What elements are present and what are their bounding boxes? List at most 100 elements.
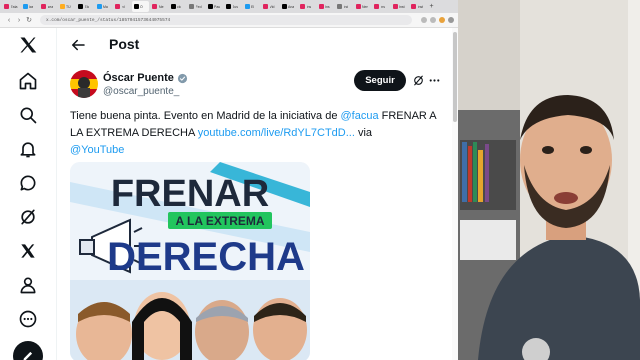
browser-tab[interactable]: Inst <box>391 1 409 12</box>
presenter-video <box>458 0 640 360</box>
mention-facua-link[interactable]: @facua <box>341 110 379 122</box>
post-text-via: via <box>354 127 373 139</box>
home-icon[interactable] <box>16 69 40 93</box>
tab-label: Vid <box>269 4 275 9</box>
address-bar[interactable]: x.com/oscar_puente_/status/1857041573644… <box>40 15 412 25</box>
mention-youtube-link[interactable]: @YouTube <box>70 144 124 156</box>
tab-favicon-icon <box>411 4 416 9</box>
image-headline-line3: DERECHA <box>107 235 305 279</box>
tab-favicon-icon <box>115 4 120 9</box>
screen: Esta las sea TÚ Elc Ma rd Ó Ale clo Fed Pau Jus El Vid… <box>0 0 640 360</box>
post-header: Post <box>57 28 458 62</box>
browser-tab[interactable]: Fed <box>187 1 205 12</box>
browser-tab[interactable]: Inst <box>409 1 427 12</box>
notifications-icon[interactable] <box>16 137 40 161</box>
browser-tab[interactable]: Ind <box>335 1 353 12</box>
tab-favicon-icon <box>355 4 361 9</box>
extension-icon[interactable] <box>421 17 427 23</box>
messages-icon[interactable] <box>16 171 40 195</box>
tab-favicon-icon <box>337 4 342 9</box>
tab-favicon-icon <box>281 4 287 9</box>
youtube-link[interactable]: youtube.com/live/RdYL7CTdD... <box>198 127 355 139</box>
browser-tab[interactable]: Pau <box>206 1 224 12</box>
browser-tab[interactable]: sea <box>39 1 57 12</box>
tab-favicon-icon <box>244 4 250 9</box>
x-logo-icon[interactable] <box>16 33 40 57</box>
post-text-intro: Tiene buena pinta. Evento en Madrid de l… <box>70 110 341 122</box>
tab-favicon-icon <box>392 4 398 9</box>
browser-tab[interactable]: Ins <box>298 1 316 12</box>
post-image[interactable]: FRENAR A LA EXTREMA DERECHA <box>70 162 310 360</box>
post-text: Tiene buena pinta. Evento en Madrid de l… <box>70 108 440 159</box>
image-headline-line1: FRENAR <box>111 173 269 215</box>
browser-tab[interactable]: Elc <box>76 1 94 12</box>
tab-favicon-icon <box>59 4 65 9</box>
tab-label: sea <box>47 4 54 9</box>
post-column: Post Óscar Puente @oscar_puente_ Seguir … <box>57 28 458 360</box>
browser-tab[interactable]: El <box>243 1 261 12</box>
tab-favicon-icon <box>263 4 268 9</box>
browser-tab[interactable]: rd <box>113 1 131 12</box>
extension-icon[interactable] <box>430 17 436 23</box>
tab-label: clo <box>177 4 182 9</box>
new-tab-button[interactable]: + <box>430 3 434 10</box>
tab-label: rd <box>121 4 125 9</box>
tab-label: las <box>29 4 34 9</box>
tab-label: TÚ <box>66 4 71 9</box>
browser-tab[interactable]: las <box>21 1 39 12</box>
more-options-icon[interactable] <box>428 74 441 87</box>
browser-tab[interactable]: clo <box>169 1 187 12</box>
follow-button[interactable]: Seguir <box>354 70 406 91</box>
browser-tab[interactable]: ins <box>372 1 390 12</box>
browser-tab[interactable]: Ma <box>95 1 113 12</box>
tab-favicon-icon <box>96 4 102 9</box>
author-name[interactable]: Óscar Puente <box>103 72 188 84</box>
grok-explain-icon[interactable] <box>412 74 425 87</box>
compose-icon[interactable] <box>13 341 43 360</box>
tab-favicon-icon <box>318 4 324 9</box>
speaker-portraits <box>70 280 310 360</box>
profile-avatar-icon[interactable] <box>439 17 445 23</box>
browser-toolbar: ‹ › ↻ x.com/oscar_puente_/status/1857041… <box>0 13 458 28</box>
browser-tab[interactable]: Ale <box>150 1 168 12</box>
browser-tab[interactable]: Vid <box>261 1 279 12</box>
webcam-presenter <box>458 0 640 360</box>
back-arrow-icon[interactable] <box>69 36 87 54</box>
author-avatar[interactable] <box>70 70 98 98</box>
tab-favicon-icon <box>170 4 176 9</box>
browser-tab-bar: Esta las sea TÚ Elc Ma rd Ó Ale clo Fed Pau Jus El Vid… <box>0 0 458 13</box>
premium-x-icon[interactable] <box>16 239 40 263</box>
page-title: Post <box>109 36 140 52</box>
browser-forward-icon[interactable]: › <box>14 17 24 24</box>
scrollbar-thumb[interactable] <box>453 32 457 122</box>
tab-label: Ale <box>158 4 164 9</box>
tab-favicon-icon <box>4 4 9 9</box>
sidebar-nav <box>0 28 56 360</box>
profile-icon[interactable] <box>16 273 40 297</box>
tab-label: Jus <box>232 4 238 9</box>
more-icon[interactable] <box>16 307 40 331</box>
verified-badge-icon <box>177 73 188 83</box>
browser-tab[interactable]: Jus <box>224 1 242 12</box>
browser-tab[interactable]: Ó <box>131 1 149 12</box>
tab-favicon-icon <box>152 4 157 9</box>
browser-tab[interactable]: Ins <box>317 1 335 12</box>
browser-tab[interactable]: Ana <box>280 1 298 12</box>
browser-tab[interactable]: Nen <box>354 1 372 12</box>
browser-back-icon[interactable]: ‹ <box>4 17 14 24</box>
browser-tab[interactable]: TÚ <box>58 1 76 12</box>
tab-label: Ins <box>325 4 330 9</box>
tab-label: Inst <box>417 4 424 9</box>
tab-favicon-icon <box>189 4 194 9</box>
tab-label: Ana <box>288 4 295 9</box>
browser-reload-icon[interactable]: ↻ <box>24 16 34 24</box>
tab-label: Nen <box>362 4 369 9</box>
search-icon[interactable] <box>16 103 40 127</box>
menu-icon[interactable] <box>448 17 454 23</box>
author-name-text[interactable]: Óscar Puente <box>103 72 174 84</box>
grok-icon[interactable] <box>16 205 40 229</box>
tab-label: ins <box>380 4 385 9</box>
author-handle[interactable]: @oscar_puente_ <box>103 86 179 97</box>
browser-tab[interactable]: Esta <box>2 1 20 12</box>
tab-label: Ind <box>343 4 349 9</box>
